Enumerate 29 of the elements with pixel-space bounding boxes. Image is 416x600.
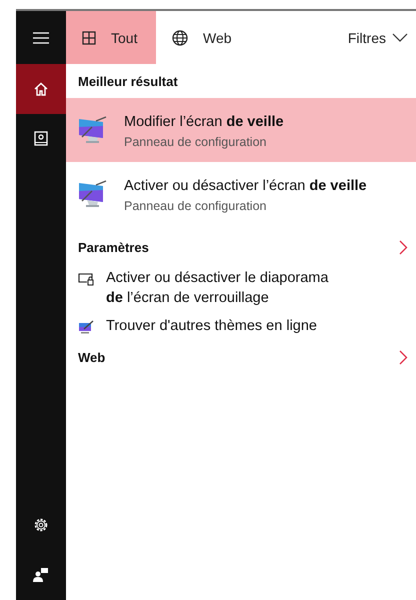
menu-icon	[33, 32, 49, 44]
search-result[interactable]: Activer ou désactiver le diaporama de l’écran de verrouillage	[66, 264, 416, 312]
settings-icon	[33, 517, 49, 533]
search-result[interactable]: Modifier l’écran de veille Panneau de configuration	[66, 98, 416, 162]
monitor-icon	[78, 179, 108, 209]
result-title: Activer ou désactiver l’écran de veille	[124, 176, 367, 196]
result-title: Modifier l’écran de veille	[124, 112, 284, 132]
home-button[interactable]	[16, 64, 66, 114]
globe-icon	[172, 30, 188, 46]
result-title: Activer ou désactiver le diaporama de l’écran de verrouillage	[106, 269, 330, 308]
search-result[interactable]: Trouver d'autres thèmes en ligne	[66, 312, 416, 340]
lock-screen-icon	[78, 272, 94, 286]
chevron-icon[interactable]	[399, 240, 408, 254]
person-feedback-icon	[33, 567, 49, 583]
grid-icon	[82, 30, 96, 44]
result-subtitle: Panneau de configuration	[124, 198, 268, 212]
chevron-down-icon	[392, 33, 408, 42]
section-header: Meilleur résultat	[77, 72, 179, 90]
tab[interactable]: Tout	[66, 11, 156, 64]
theme-icon	[78, 320, 94, 334]
chevron-icon[interactable]	[399, 350, 408, 364]
result-title: Trouver d'autres thèmes en ligne	[106, 317, 317, 336]
home-icon	[34, 82, 48, 96]
notebook-icon	[34, 131, 48, 147]
monitor-icon	[78, 115, 108, 145]
search-result[interactable]: Activer ou désactiver l’écran de veille Panneau de configuration	[66, 162, 416, 226]
section-header[interactable]: Paramètres	[66, 230, 416, 264]
result-subtitle: Panneau de configuration	[124, 134, 268, 148]
section-header[interactable]: Web	[66, 340, 416, 374]
